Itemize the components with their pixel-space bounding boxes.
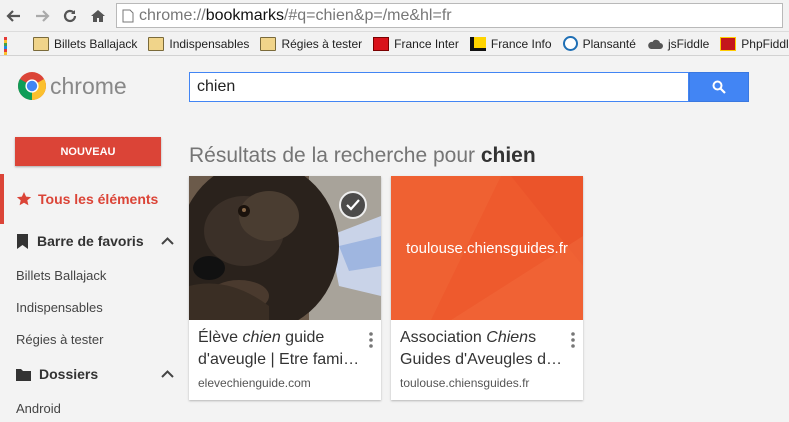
search-button[interactable] bbox=[689, 72, 749, 102]
chevron-up-icon bbox=[161, 370, 174, 378]
card-domain: elevechienguide.com bbox=[198, 376, 311, 390]
bookmark-phpfiddle[interactable]: PhpFiddle bbox=[720, 36, 789, 51]
back-button[interactable] bbox=[0, 2, 28, 30]
back-arrow-icon bbox=[6, 9, 20, 22]
folder-icon bbox=[33, 36, 49, 51]
sidebar-item-regies-a-tester[interactable]: Régies à tester bbox=[16, 332, 103, 347]
card-domain: toulouse.chiensguides.fr bbox=[400, 376, 530, 390]
address-bar[interactable]: chrome://bookmarks/#q=chien&p=/me&hl=fr bbox=[116, 3, 783, 28]
apps-button[interactable] bbox=[4, 37, 22, 55]
plansante-icon bbox=[562, 36, 578, 51]
section-label: Dossiers bbox=[39, 366, 99, 382]
browser-toolbar: chrome://bookmarks/#q=chien&p=/me&hl=fr bbox=[0, 0, 789, 32]
bookmark-label: Billets Ballajack bbox=[54, 36, 138, 51]
forward-button[interactable] bbox=[28, 2, 56, 30]
phpfiddle-icon bbox=[720, 36, 737, 51]
bookmark-billets-ballajack[interactable]: Billets Ballajack bbox=[33, 36, 138, 51]
card-thumbnail-dog bbox=[189, 176, 381, 320]
bookmark-label: Régies à tester bbox=[281, 36, 363, 51]
search-query-text: chien bbox=[197, 78, 236, 95]
bookmark-search-input[interactable]: chien bbox=[189, 72, 689, 102]
bookmark-regies-a-tester[interactable]: Régies à tester bbox=[260, 36, 363, 51]
sidebar-item-label: Tous les éléments bbox=[38, 191, 159, 207]
section-label: Barre de favoris bbox=[37, 233, 144, 249]
bookmark-label: France Info bbox=[490, 36, 552, 51]
bookmark-label: France Inter bbox=[394, 36, 459, 51]
bookmark-france-info[interactable]: France Info bbox=[469, 36, 552, 51]
sidebar-item-indispensables[interactable]: Indispensables bbox=[16, 300, 103, 315]
apps-grid-icon bbox=[4, 37, 17, 55]
forward-arrow-icon bbox=[36, 9, 50, 22]
sidebar-section-favorites-bar[interactable]: Barre de favoris bbox=[0, 230, 180, 252]
home-icon bbox=[91, 9, 105, 22]
home-button[interactable] bbox=[84, 2, 112, 30]
france-info-icon bbox=[469, 36, 486, 51]
thumbnail-domain-text: toulouse.chiensguides.fr bbox=[406, 239, 568, 257]
selected-check-icon[interactable] bbox=[339, 191, 367, 219]
sidebar-item-billets-ballajack[interactable]: Billets Ballajack bbox=[16, 268, 106, 283]
bookmark-label: jsFiddle bbox=[667, 36, 710, 51]
chevron-up-icon bbox=[161, 237, 174, 245]
result-card[interactable]: toulouse.chiensguides.fr Association Chi… bbox=[391, 176, 583, 400]
result-card[interactable]: Élève chien guide d'aveugle | Etre famil… bbox=[189, 176, 381, 400]
bookmark-plansante[interactable]: Plansanté bbox=[562, 36, 636, 51]
url-text: chrome://bookmarks/#q=chien&p=/me&hl=fr bbox=[139, 6, 452, 24]
folder-icon bbox=[260, 36, 277, 51]
bookmark-jsfiddle[interactable]: jsFiddle bbox=[647, 37, 709, 51]
card-thumbnail-domain: toulouse.chiensguides.fr bbox=[391, 176, 583, 320]
sidebar: NOUVEAU Tous les éléments Barre de favor… bbox=[0, 56, 180, 422]
sidebar-section-folders[interactable]: Dossiers bbox=[0, 363, 180, 385]
cloud-icon bbox=[647, 37, 663, 51]
bookmark-indispensables[interactable]: Indispensables bbox=[148, 36, 250, 51]
card-title[interactable]: Élève chien guide d'aveugle | Etre famil… bbox=[198, 327, 360, 371]
folder-icon bbox=[148, 36, 165, 51]
reload-button[interactable] bbox=[56, 2, 84, 30]
bookmark-label: Indispensables bbox=[169, 36, 250, 51]
sidebar-item-android[interactable]: Android bbox=[16, 401, 61, 416]
more-options-icon[interactable] bbox=[571, 332, 575, 353]
bookmark-label: PhpFiddle bbox=[741, 36, 789, 51]
france-inter-icon bbox=[373, 36, 390, 51]
page-icon bbox=[117, 9, 139, 23]
results-title: Résultats de la recherche pour chien bbox=[189, 144, 536, 167]
folder-icon bbox=[16, 368, 31, 381]
card-title[interactable]: Association Chiens Guides d'Aveugles de … bbox=[400, 327, 562, 371]
bookmark-france-inter[interactable]: France Inter bbox=[373, 36, 459, 51]
star-icon bbox=[16, 192, 32, 206]
reload-icon bbox=[63, 9, 77, 22]
sidebar-item-all[interactable]: Tous les éléments bbox=[0, 174, 180, 224]
bookmark-icon bbox=[17, 233, 28, 249]
bookmarks-manager-page: chrome chien NOUVEAU Tous les éléments B… bbox=[0, 56, 789, 422]
new-button[interactable]: NOUVEAU bbox=[15, 137, 161, 166]
bookmark-label: Plansanté bbox=[582, 36, 636, 51]
more-options-icon[interactable] bbox=[369, 332, 373, 353]
bookmarks-bar: Billets Ballajack Indispensables Régies … bbox=[0, 32, 789, 56]
search-icon bbox=[712, 80, 726, 94]
